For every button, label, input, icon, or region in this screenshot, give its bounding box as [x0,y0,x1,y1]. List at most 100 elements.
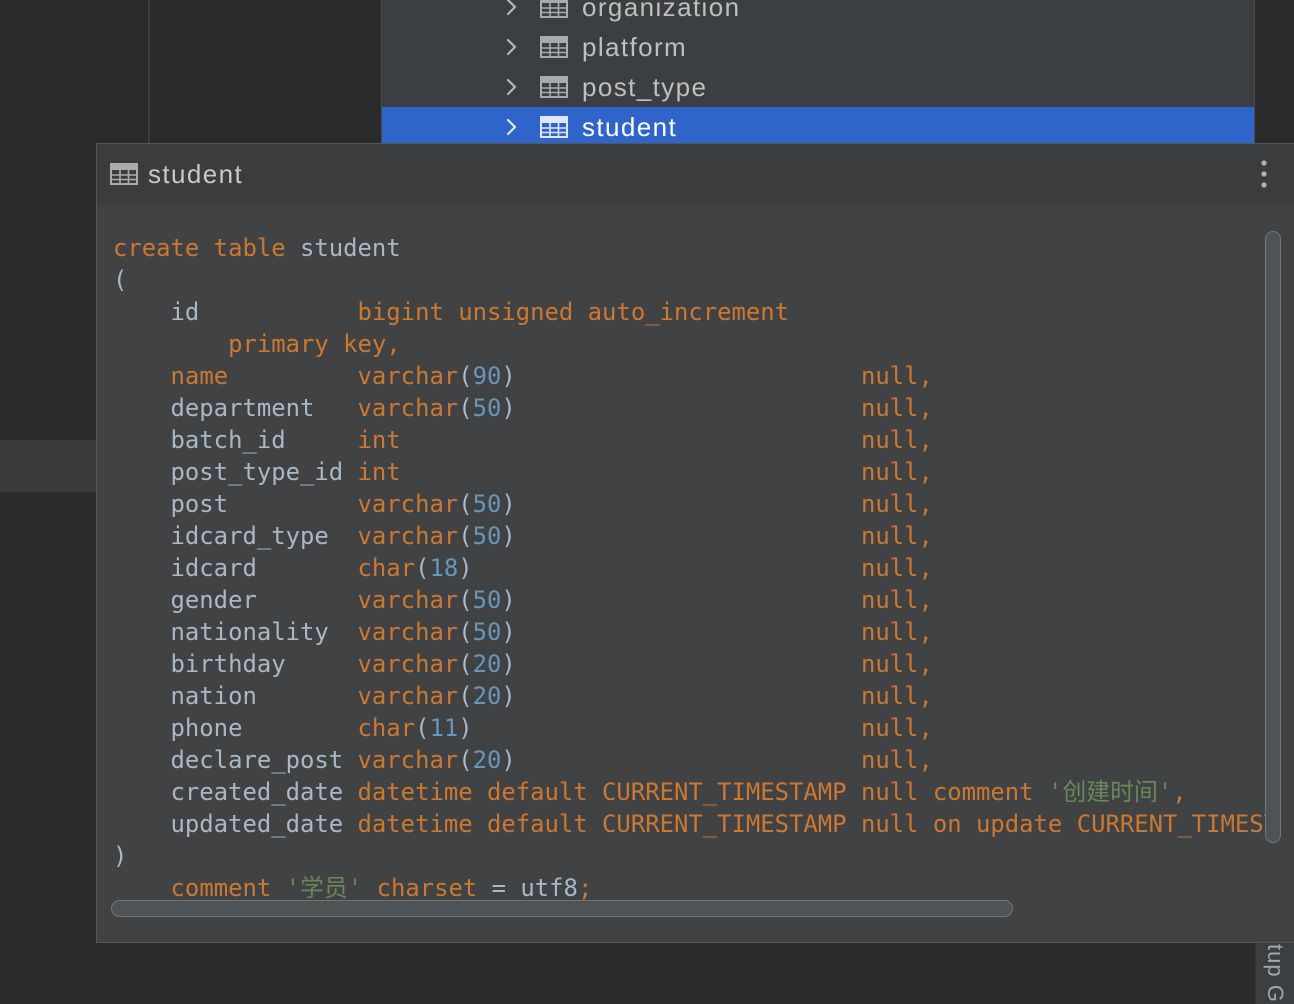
code-keyword: varchar [357,650,459,678]
chevron-right-icon[interactable] [505,36,519,58]
code-keyword: name varchar [170,362,459,390]
tree-item-organization[interactable]: organization [382,0,1254,27]
code-line: updated_date datetime default CURRENT_TI… [113,808,1280,840]
stripe-tab-label[interactable]: tup G [1262,944,1288,1003]
code-text: declare_post [113,746,358,774]
code-keyword: null, [860,682,933,710]
code-keyword: comment [170,874,286,902]
popup-title: student [148,159,244,189]
code-number: 50 [472,522,502,550]
code-keyword: primary key, [113,330,401,358]
tree-item-label: organization [582,0,741,22]
code-text: student [285,234,401,262]
code-text: ) [501,650,861,678]
code-text: ( [458,746,473,774]
code-text: ) [113,842,128,870]
code-text: ( [458,586,473,614]
code-line: phone char(11) null, [113,712,1280,744]
code-keyword: null, [860,746,933,774]
code-keyword: char [357,554,416,582]
code-keyword: null, [860,522,933,550]
code-line: ) [113,840,1280,872]
code-line: id bigint unsigned auto_increment [113,296,1280,328]
code-text: updated_date [113,810,358,838]
code-viewport[interactable]: create table student ( id bigint unsigned… [113,232,1280,904]
code-keyword: null, [860,394,933,422]
code-text: ( [415,554,430,582]
code-text: ( [458,362,473,390]
code-keyword: varchar [357,746,459,774]
code-line: nationality varchar(50) null, [113,616,1280,648]
code-line: birthday varchar(20) null, [113,648,1280,680]
code-text: ( [458,682,473,710]
code-keyword: , [1172,778,1187,806]
code-line: declare_post varchar(20) null, [113,744,1280,776]
table-icon [540,116,568,138]
code-text: ) [501,362,861,390]
code-text: ( [415,714,430,742]
code-text: ) [501,746,861,774]
tree-item-label: post_type [582,72,708,102]
code-text: ( [458,522,473,550]
code-number: 50 [472,394,502,422]
tree-item-post-type[interactable]: post_type [382,67,1254,107]
code-text: ( [458,618,473,646]
more-vertical-icon[interactable] [1260,159,1268,189]
vertical-scrollbar[interactable] [1265,231,1281,843]
left-panel-selected-row[interactable] [0,440,96,492]
code-keyword: create table [113,234,286,262]
code-keyword: varchar [357,394,459,422]
code-text: ( [113,266,128,294]
code-keyword: varchar [357,682,459,710]
code-text: ) [501,682,861,710]
code-keyword: int null, [357,426,933,454]
code-text: department [113,394,358,422]
code-line: nation varchar(20) null, [113,680,1280,712]
tree-item-student[interactable]: student [382,107,1254,147]
code-number: 50 [472,586,502,614]
code-keyword: null, [861,714,933,742]
code-string: '创建时间' [1047,778,1173,806]
code-keyword: null, [860,618,933,646]
tree-item-platform[interactable]: platform [382,27,1254,67]
code-text: idcard [113,554,358,582]
code-string: '学员' [285,874,363,902]
code-keyword: char [357,714,416,742]
code-text: nation [113,682,358,710]
ddl-preview-popup: student create table student ( id bigint … [96,143,1294,943]
code-number: 20 [472,682,502,710]
code-text: nationality [113,618,358,646]
code-keyword: datetime default CURRENT_TIMESTAMP null … [357,778,1048,806]
code-keyword: null, [860,490,933,518]
table-icon [110,163,138,185]
horizontal-scrollbar[interactable] [111,900,1013,917]
code-keyword: null, [860,586,933,614]
code-number: 90 [472,362,502,390]
code-text: ( [458,394,473,422]
chevron-right-icon[interactable] [505,76,519,98]
code-text: created_date [113,778,358,806]
code-text: phone [113,714,358,742]
code-number: 20 [472,746,502,774]
code-text: ) [501,586,861,614]
code-line: post varchar(50) null, [113,488,1280,520]
code-text: gender [113,586,358,614]
code-line: gender varchar(50) null, [113,584,1280,616]
code-line: created_date datetime default CURRENT_TI… [113,776,1280,808]
code-text: ( [458,650,473,678]
code-number: 50 [472,490,502,518]
code-line: idcard_type varchar(50) null, [113,520,1280,552]
code-line: ( [113,264,1280,296]
code-keyword: charset [362,874,492,902]
tree-item-label: student [582,112,678,142]
code-keyword: null, [860,650,933,678]
code-text: idcard_type [113,522,358,550]
code-keyword: varchar [357,586,459,614]
code-text: birthday [113,650,358,678]
table-icon [540,0,568,18]
popup-header: student [97,144,1294,204]
chevron-right-icon[interactable] [505,0,519,18]
chevron-right-icon[interactable] [505,116,519,138]
